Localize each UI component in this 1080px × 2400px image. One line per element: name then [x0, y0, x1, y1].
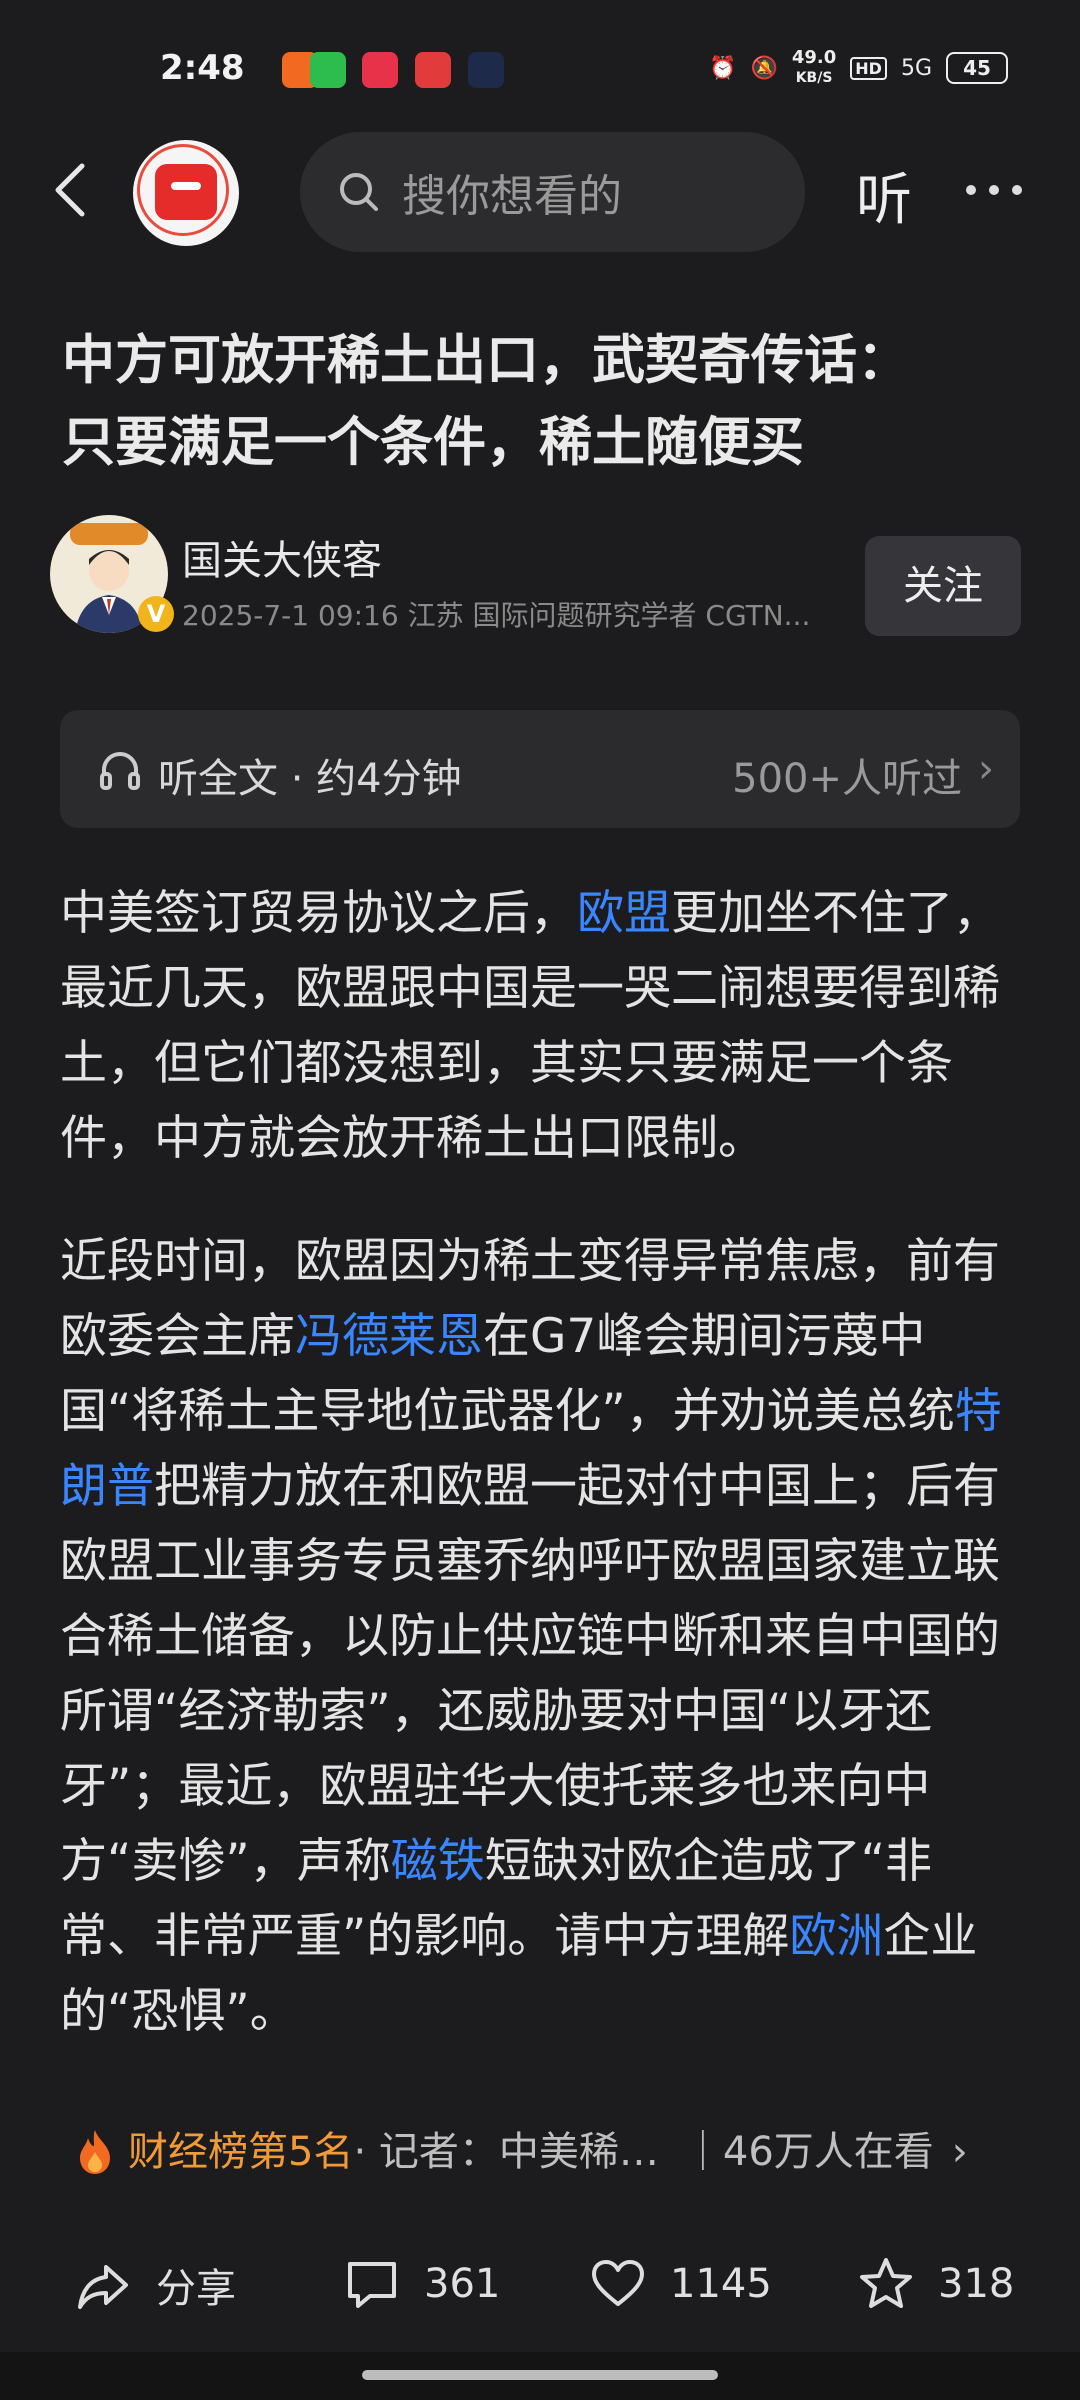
star-icon [860, 2258, 912, 2308]
alarm-icon: ⏰ [709, 55, 737, 81]
status-icons: ⏰ 🔕 49.0 KB/S HD 5G 45 [709, 48, 1008, 88]
mail-notification-icon [468, 52, 504, 88]
headphones-icon [100, 752, 140, 790]
toutiao-notification-icon [415, 52, 451, 88]
fire-icon [80, 2130, 110, 2174]
author-meta: 2025-7-1 09:16 江苏 国际问题研究学者 CGTN... [182, 599, 811, 632]
chevron-right-icon: › [978, 746, 994, 792]
system-nav-bar [0, 2352, 1080, 2400]
like-button[interactable]: 1145 [590, 2256, 772, 2312]
listen-button[interactable]: 听 [856, 155, 912, 236]
back-icon[interactable] [50, 160, 90, 220]
bottom-action-bar: 分享 361 1145 318 [0, 2228, 1080, 2338]
network-speed: 49.0 KB/S [791, 47, 837, 87]
chevron-right-icon: › [951, 2129, 968, 2175]
follow-button[interactable]: 关注 [865, 536, 1021, 636]
hd-icon: HD [850, 56, 887, 80]
article-paragraph-1: 中美签订贸易协议之后，欧盟更加坐不住了，最近几天，欧盟跟中国是一哭二闹想要得到稀… [60, 886, 1000, 1166]
search-placeholder: 搜你想看的 [402, 171, 622, 222]
link-europe[interactable]: 欧洲 [789, 1909, 883, 1964]
heart-icon [592, 2260, 644, 2306]
search-box[interactable]: 搜你想看的 [300, 132, 805, 252]
verified-badge-icon: V [138, 596, 174, 632]
listen-full-article-bar[interactable]: 听全文 · 约4分钟 500+人听过 › [60, 710, 1020, 828]
link-eu[interactable]: 欧盟 [577, 886, 671, 941]
phone-notification-icon [310, 52, 346, 88]
author-name[interactable]: 国关大侠客 [182, 528, 382, 586]
video-notification-icon [362, 52, 398, 88]
toutiao-logo-icon [155, 164, 217, 220]
listen-text: 听全文 · 约4分钟 [158, 756, 462, 802]
link-von-der-leyen[interactable]: 冯德莱恩 [295, 1309, 483, 1364]
share-button[interactable]: 分享 [76, 2256, 236, 2314]
status-bar: 2:48 ⏰ 🔕 49.0 KB/S HD 5G 45 [0, 0, 1080, 130]
home-indicator[interactable] [362, 2370, 718, 2380]
rank-viewers: ｜46万人在看 [682, 2129, 934, 2175]
hot-rank-bar[interactable]: 财经榜第5名 · 记者：中美稀… ｜46万人在看 › [76, 2122, 1016, 2182]
signal-icon: 5G [900, 55, 932, 81]
battery-icon: 45 [946, 52, 1008, 84]
favorite-button[interactable]: 318 [858, 2256, 1014, 2312]
rank-reporter: · 记者：中美稀… [353, 2129, 659, 2175]
search-icon [340, 173, 378, 211]
listen-count: 500+人听过 [732, 756, 962, 802]
more-options-icon[interactable] [966, 170, 1036, 210]
comment-icon [348, 2262, 396, 2308]
rank-label: 财经榜第5名 [128, 2129, 354, 2175]
article-paragraph-2: 近段时间，欧盟因为稀土变得异常焦虑，前有欧委会主席冯德莱恩在G7峰会期间污蔑中国… [60, 1234, 1002, 2039]
article-title: 中方可放开稀土出口，武契奇传话： 只要满足一个条件，稀土随便买 [62, 330, 910, 473]
mute-icon: 🔕 [750, 55, 778, 81]
link-magnet[interactable]: 磁铁 [391, 1834, 485, 1889]
comment-button[interactable]: 361 [344, 2256, 500, 2312]
app-logo[interactable] [133, 140, 239, 246]
share-icon [78, 2265, 128, 2309]
status-time: 2:48 [160, 48, 245, 88]
